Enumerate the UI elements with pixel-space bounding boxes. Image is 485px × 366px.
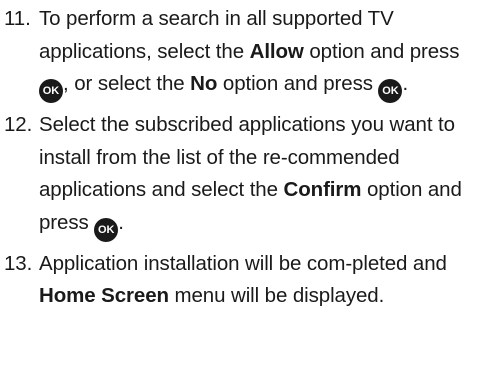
home-screen-label: Home Screen [39,284,169,307]
step-text-segment: menu will be displayed. [168,284,385,307]
step-number: 11. [4,7,31,30]
step-text-segment: option and press [303,39,460,63]
step-text-segment: , or select the [63,72,191,95]
step-item-13: 13. Application installation will be com… [4,248,482,313]
step-text-segment: Application installation will be com-ple… [39,251,447,275]
no-option-label: No [190,72,218,95]
ok-button-icon: OK [378,79,403,103]
instruction-steps: 11. To perform a search in all supported… [4,3,482,313]
step-number: 13. [4,251,33,275]
step-text-segment: . [402,72,409,95]
step-number: 12. [4,113,33,136]
ok-button-icon: OK [39,79,63,103]
step-item-11: 11. To perform a search in all supported… [4,3,482,103]
step-text-segment: . [118,210,124,234]
step-item-12: 12. Select the subscribed applications y… [4,109,482,242]
ok-button-icon: OK [94,217,119,242]
step-text: Application installation will be com-ple… [39,248,482,313]
allow-option-label: Allow [249,39,304,63]
confirm-option-label: Confirm [283,178,362,201]
step-text: Select the subscribed applications you w… [39,109,482,242]
step-text-segment: option and press [217,72,379,95]
step-text: To perform a search in all supported TV … [39,3,482,103]
